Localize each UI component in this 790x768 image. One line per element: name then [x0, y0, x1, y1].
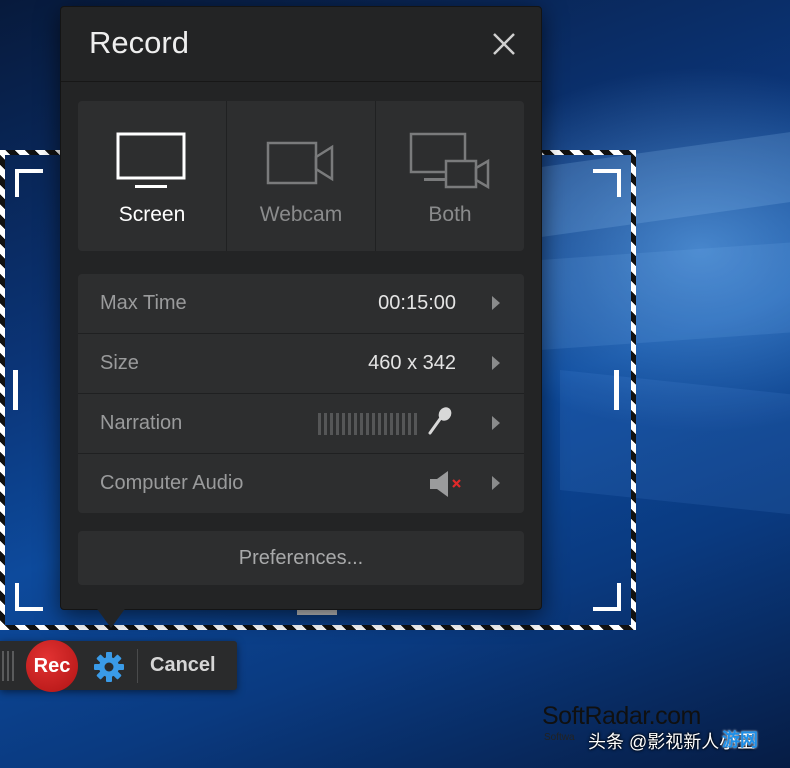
narration-label: Narration — [100, 412, 183, 434]
speaker-muted-icon — [430, 471, 461, 497]
meter-bar — [414, 413, 417, 435]
chevron-right-icon — [492, 416, 500, 430]
mode-webcam-label: Webcam — [259, 203, 343, 226]
narration-level-meter — [318, 413, 417, 435]
meter-bar — [318, 413, 321, 435]
size-label: Size — [100, 352, 139, 374]
meter-bar — [342, 413, 345, 435]
recording-settings-list: Max Time 00:15:00 Size 460 x 342 Narrati… — [78, 274, 524, 513]
resize-handle-top-right[interactable] — [593, 169, 621, 197]
meter-bar — [336, 413, 339, 435]
watermark-site: SoftRadar.com — [542, 702, 701, 730]
setting-computer-audio[interactable]: Computer Audio — [78, 454, 524, 513]
meter-bar — [324, 413, 327, 435]
meter-bar — [354, 413, 357, 435]
toolbar-divider — [137, 649, 138, 683]
chevron-right-icon — [492, 296, 500, 310]
watermark: SoftRadar.com Softwa 头条 @影视新人小王 游网 — [542, 702, 790, 768]
panel-pointer-arrow — [95, 606, 127, 628]
mode-webcam-button[interactable]: Webcam — [227, 101, 376, 251]
monitor-icon — [116, 132, 186, 188]
webcam-icon — [266, 141, 334, 185]
chevron-right-icon — [492, 476, 500, 490]
mode-screen-label: Screen — [118, 203, 186, 226]
max-time-value: 00:15:00 — [378, 292, 456, 314]
mode-both-label: Both — [428, 203, 472, 226]
meter-bar — [396, 413, 399, 435]
cancel-button[interactable]: Cancel — [150, 654, 216, 677]
meter-bar — [366, 413, 369, 435]
mode-screen-button[interactable]: Screen — [78, 101, 227, 251]
meter-bar — [390, 413, 393, 435]
watermark-logo-text: 游网 — [722, 730, 758, 750]
recording-toolbar: Rec Cancel — [0, 640, 237, 692]
meter-bar — [378, 413, 381, 435]
computer-audio-label: Computer Audio — [100, 472, 244, 494]
meter-bar — [384, 413, 387, 435]
panel-title: Record — [89, 25, 189, 60]
setting-narration[interactable]: Narration — [78, 394, 524, 454]
resize-handle-right[interactable] — [614, 370, 619, 410]
microphone-icon — [428, 407, 452, 435]
meter-bar — [330, 413, 333, 435]
meter-bar — [372, 413, 375, 435]
mode-both-button[interactable]: Both — [376, 101, 524, 251]
meter-bar — [348, 413, 351, 435]
size-value: 460 x 342 — [368, 352, 456, 374]
panel-header: Record — [61, 7, 541, 82]
settings-button[interactable] — [93, 651, 125, 688]
preferences-button[interactable]: Preferences... — [78, 531, 524, 585]
record-panel: Record Screen Webcam Both Max Time 00:15… — [60, 6, 542, 610]
setting-max-time[interactable]: Max Time 00:15:00 — [78, 274, 524, 334]
setting-size[interactable]: Size 460 x 342 — [78, 334, 524, 394]
resize-handle-bottom-left[interactable] — [15, 583, 43, 611]
max-time-label: Max Time — [100, 292, 187, 314]
meter-bar — [408, 413, 411, 435]
capture-mode-selector: Screen Webcam Both — [78, 101, 524, 251]
meter-bar — [360, 413, 363, 435]
close-icon — [493, 33, 515, 55]
drag-grip-handle[interactable] — [2, 651, 14, 681]
close-button[interactable] — [489, 29, 519, 59]
monitor-webcam-icon — [409, 132, 490, 190]
resize-handle-bottom-right[interactable] — [593, 583, 621, 611]
gear-icon — [94, 652, 124, 682]
resize-handle-top-left[interactable] — [15, 169, 43, 197]
meter-bar — [402, 413, 405, 435]
rec-button[interactable]: Rec — [26, 640, 78, 692]
resize-handle-left[interactable] — [13, 370, 18, 410]
watermark-sub: Softwa — [544, 732, 575, 743]
chevron-right-icon — [492, 356, 500, 370]
